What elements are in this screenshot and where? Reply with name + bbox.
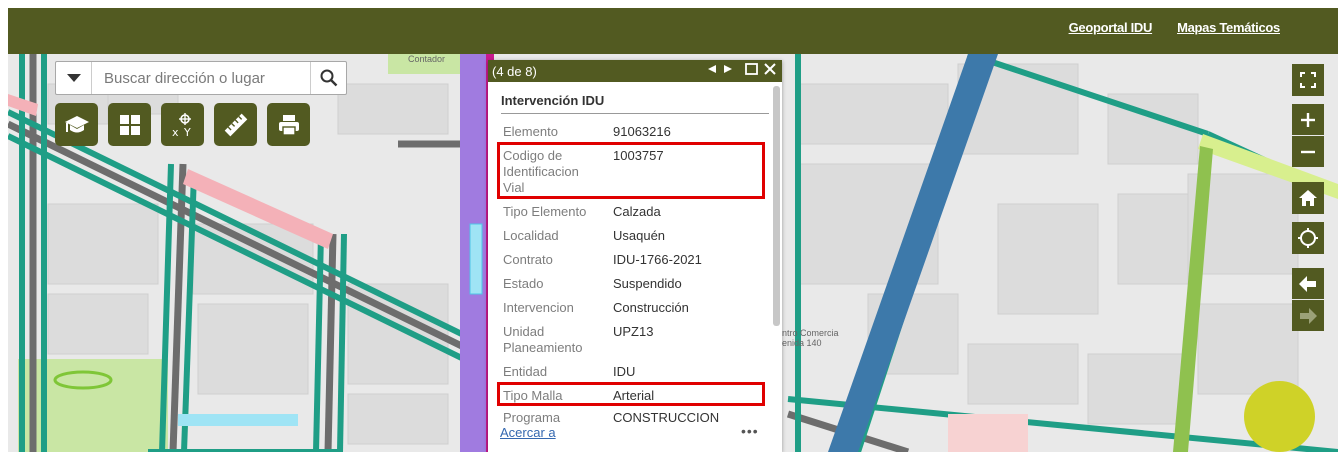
- locate-button[interactable]: [1292, 222, 1324, 254]
- chevron-down-icon: [66, 74, 81, 82]
- coordinates-tool-button[interactable]: x Y: [161, 103, 204, 146]
- locate-icon: [1298, 228, 1318, 248]
- field-label: Localidad: [503, 228, 559, 243]
- mapas-tematicos-link[interactable]: Mapas Temáticos: [1177, 20, 1280, 35]
- field-row-contrato: Contrato IDU-1766-2021: [503, 252, 763, 268]
- app-header: Geoportal IDU Mapas Temáticos: [8, 8, 1338, 54]
- svg-text:x: x: [172, 126, 179, 138]
- field-label: Estado: [503, 276, 544, 291]
- previous-extent-button[interactable]: [1292, 268, 1324, 299]
- grad-cap-icon: [64, 115, 89, 132]
- print-icon: [278, 114, 299, 136]
- field-label: Tipo Elemento: [503, 204, 587, 219]
- minus-icon: [1301, 150, 1315, 153]
- field-label: Unidad Planeamiento: [503, 324, 583, 355]
- field-row-entidad: Entidad IDU: [503, 364, 763, 380]
- svg-text:Y: Y: [183, 126, 191, 138]
- highlight-box-tipo-malla: [497, 382, 765, 406]
- grid-icon: [119, 114, 140, 135]
- highlight-box-codigo: [497, 142, 765, 199]
- field-label: Intervencion: [503, 300, 574, 315]
- field-label: Entidad: [503, 364, 548, 379]
- feature-popup: (4 de 8) Intervención IDU Elemento 91063…: [488, 60, 782, 452]
- field-row-estado: Estado Suspendido: [503, 276, 763, 292]
- field-value: IDU: [613, 364, 636, 379]
- zoom-in-button[interactable]: [1292, 104, 1324, 135]
- next-feature-icon[interactable]: [723, 64, 733, 74]
- maximize-icon[interactable]: [745, 63, 758, 75]
- map-toolbar: x Y: [55, 103, 310, 146]
- next-extent-button[interactable]: [1292, 300, 1324, 331]
- field-row-tipo-elemento: Tipo Elemento Calzada: [503, 204, 763, 220]
- floating-action-button[interactable]: [1244, 381, 1315, 452]
- field-value: Construcción: [613, 300, 689, 315]
- field-value: IDU-1766-2021: [613, 252, 702, 267]
- field-value: UPZ13: [613, 324, 654, 339]
- popup-scrollbar[interactable]: [773, 86, 780, 326]
- field-label: Elemento: [503, 124, 558, 139]
- search-button[interactable]: [310, 62, 346, 94]
- more-options-button[interactable]: •••: [741, 423, 759, 439]
- layers-tool-button[interactable]: [55, 103, 98, 146]
- plus-icon: [1301, 112, 1315, 127]
- previous-feature-icon[interactable]: [707, 64, 717, 74]
- search-source-dropdown[interactable]: [56, 62, 92, 94]
- search-icon: [320, 69, 337, 87]
- map-label-centro-2: enida 140: [782, 338, 822, 348]
- fullscreen-icon: [1300, 72, 1316, 88]
- field-row-programa: Programa CONSTRUCCION: [503, 410, 763, 426]
- print-tool-button[interactable]: [267, 103, 310, 146]
- field-value: Usaquén: [613, 228, 666, 243]
- popup-header: (4 de 8): [488, 60, 782, 82]
- field-value: CONSTRUCCION: [613, 410, 720, 425]
- field-label: Contrato: [503, 252, 553, 267]
- arrow-right-icon: [1300, 307, 1317, 324]
- xy-coordinates-icon: x Y: [172, 112, 191, 138]
- geoportal-link[interactable]: Geoportal IDU: [1069, 20, 1153, 35]
- map-label-contador: Contador: [408, 54, 446, 64]
- field-label: Programa: [503, 410, 561, 425]
- popup-divider: [501, 113, 769, 114]
- field-value: Suspendido: [613, 276, 682, 291]
- home-icon: [1299, 190, 1317, 206]
- ruler-icon: [224, 113, 247, 136]
- field-row-unidad: Unidad Planeamiento UPZ13: [503, 324, 763, 356]
- field-value: Calzada: [613, 204, 661, 219]
- home-button[interactable]: [1292, 182, 1324, 214]
- search-bar: [55, 61, 347, 95]
- field-row-elemento: Elemento 91063216: [503, 124, 763, 140]
- arrow-left-icon: [1299, 275, 1316, 292]
- measure-tool-button[interactable]: [214, 103, 257, 146]
- popup-counter: (4 de 8): [492, 63, 537, 79]
- popup-title: Intervención IDU: [501, 93, 605, 108]
- field-row-intervencion: Intervencion Construcción: [503, 300, 763, 316]
- header-links: Geoportal IDU Mapas Temáticos: [1069, 20, 1281, 35]
- search-input[interactable]: [92, 62, 310, 94]
- fullscreen-button[interactable]: [1292, 64, 1324, 96]
- zoom-out-button[interactable]: [1292, 136, 1324, 167]
- close-icon[interactable]: [764, 63, 776, 75]
- map-label-centro-1: ntro Comercia: [782, 328, 839, 338]
- field-value: 91063216: [613, 124, 671, 139]
- basemap-tool-button[interactable]: [108, 103, 151, 146]
- field-row-localidad: Localidad Usaquén: [503, 228, 763, 244]
- zoom-to-link[interactable]: Acercar a: [500, 425, 556, 440]
